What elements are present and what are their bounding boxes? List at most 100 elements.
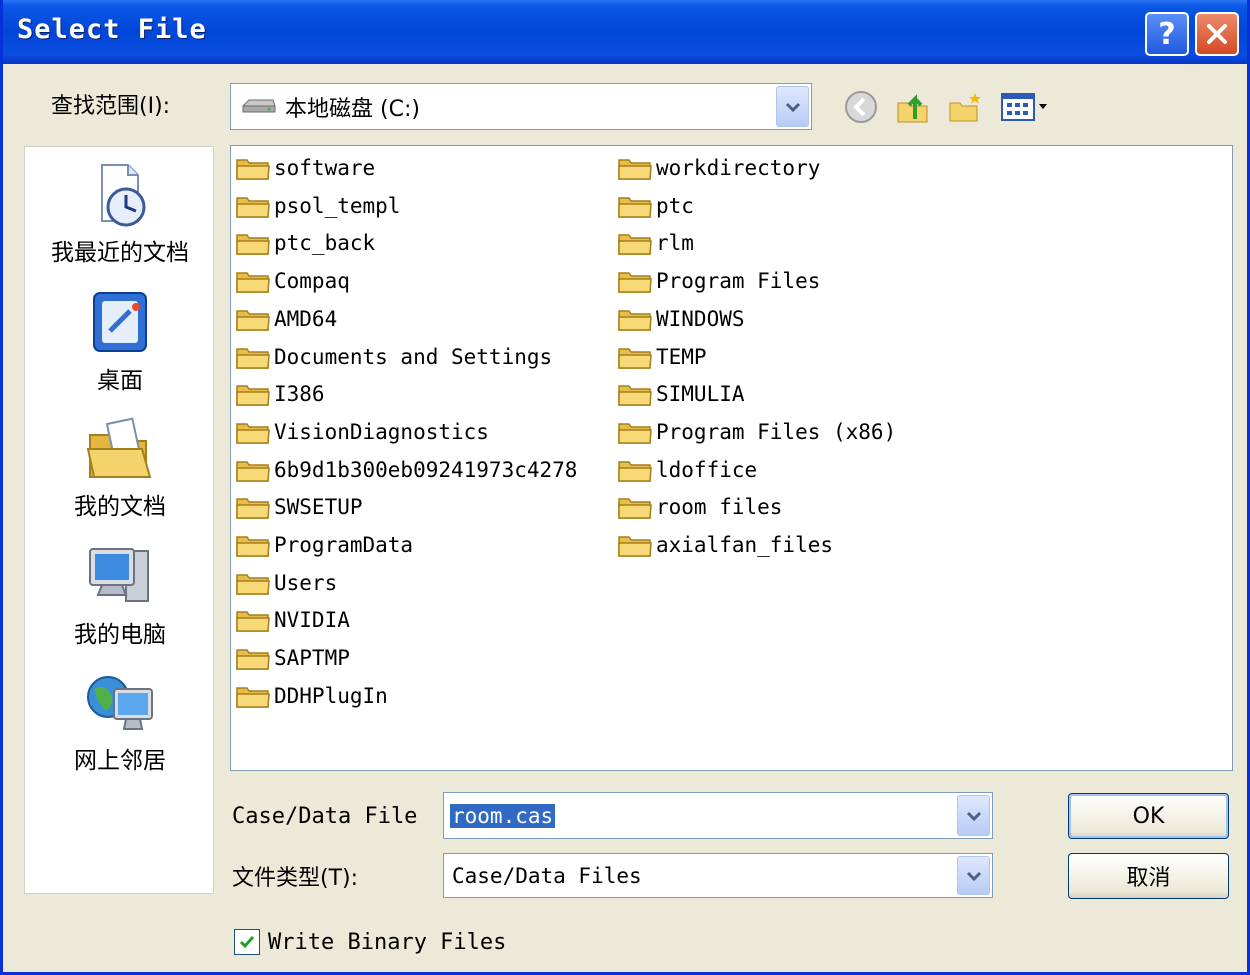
folder-icon [236, 649, 270, 670]
folder-item[interactable]: SIMULIA [617, 376, 745, 412]
folder-name: DDHPlugIn [274, 683, 388, 708]
folder-item[interactable]: SAPTMP [235, 640, 350, 676]
filetype-dropdown[interactable]: Case/Data Files [443, 853, 993, 898]
cancel-button[interactable]: 取消 [1068, 853, 1229, 899]
folder-name: AMD64 [274, 306, 338, 331]
title-bar[interactable]: Select File ? [3, 0, 1247, 64]
my-documents-icon [86, 417, 152, 478]
folder-item[interactable]: DDHPlugIn [235, 678, 388, 714]
folder-name: workdirectory [656, 156, 821, 180]
folder-icon [236, 423, 270, 444]
place-my-computer[interactable]: 我的电脑 [25, 541, 215, 649]
chevron-down-icon [966, 811, 981, 821]
folder-item[interactable]: WINDOWS [617, 301, 745, 337]
folder-item[interactable]: AMD64 [235, 301, 337, 337]
folder-item[interactable]: Program Files (x86) [617, 414, 896, 450]
place-label: 桌面 [97, 368, 143, 394]
folder-name: psol_templ [274, 193, 401, 218]
folder-icon [618, 385, 652, 406]
folder-name: TEMP [656, 344, 707, 369]
folder-name: Program Files (x86) [656, 419, 897, 444]
up-folder-button[interactable] [894, 88, 932, 126]
close-icon [1207, 24, 1227, 44]
folder-item[interactable]: Users [235, 565, 337, 601]
folder-name: room files [656, 495, 783, 520]
filename-dropdown-button[interactable] [957, 795, 990, 836]
file-list[interactable]: software psol_templ ptc_back Compaq AMD64 Doc… [230, 145, 1233, 771]
folder-item[interactable]: ldoffice [617, 452, 757, 488]
folder-icon [236, 196, 270, 218]
folder-item[interactable]: ProgramData [235, 527, 413, 563]
help-button[interactable]: ? [1145, 12, 1189, 56]
filetype-value: Case/Data Files [452, 863, 642, 888]
place-label: 我的文档 [74, 494, 166, 520]
lookin-dropdown[interactable]: 本地磁盘 (C:) [230, 83, 812, 130]
filetype-dropdown-button[interactable] [957, 856, 990, 895]
window-title: Select File [17, 14, 207, 45]
folder-name: axialfan_files [656, 533, 834, 557]
write-binary-checkbox[interactable] [234, 929, 260, 955]
filename-label: Case/Data File [232, 804, 418, 829]
folder-item[interactable]: axialfan_files [617, 527, 833, 563]
up-one-level-icon [897, 94, 928, 123]
folder-name: SIMULIA [656, 382, 745, 407]
folder-item[interactable]: NVIDIA [235, 602, 350, 638]
folder-item[interactable]: room files [617, 489, 782, 525]
folder-icon [618, 272, 652, 293]
folder-name: NVIDIA [274, 608, 350, 633]
folder-name: WINDOWS [656, 306, 745, 331]
folder-icon [618, 536, 652, 557]
folder-icon [236, 611, 270, 633]
folder-icon [236, 385, 270, 406]
folder-icon [236, 234, 270, 256]
folder-item[interactable]: VisionDiagnostics [235, 414, 489, 450]
folder-icon [618, 423, 652, 444]
folder-icon [618, 310, 652, 331]
filename-value[interactable]: room.cas [450, 803, 556, 828]
place-desktop[interactable]: 桌面 [25, 287, 215, 395]
folder-icon [618, 347, 652, 369]
folder-name: Compaq [274, 269, 350, 294]
desktop-icon [93, 292, 147, 352]
place-my-documents[interactable]: 我的文档 [25, 413, 215, 521]
folder-name: rlm [656, 231, 694, 256]
network-places-icon [87, 676, 153, 730]
recent-documents-icon [101, 164, 146, 227]
folder-item[interactable]: workdirectory [617, 150, 820, 186]
local-disk-icon [242, 99, 276, 112]
folder-item[interactable]: rlm [617, 225, 694, 261]
folder-icon [618, 196, 652, 218]
filename-input[interactable]: room.cas [443, 792, 993, 839]
folder-item[interactable]: TEMP [617, 339, 707, 375]
folder-item[interactable]: I386 [235, 376, 325, 412]
folder-name: ldoffice [656, 457, 758, 482]
folder-item[interactable]: software [235, 150, 375, 186]
folder-item[interactable]: ptc [617, 188, 694, 224]
chevron-down-icon [785, 102, 800, 112]
place-network-places[interactable]: 网上邻居 [25, 667, 215, 775]
folder-item[interactable]: Compaq [235, 263, 350, 299]
place-recent-documents[interactable]: 我最近的文档 [25, 159, 215, 267]
my-computer-icon [89, 548, 149, 602]
folder-item[interactable]: Program Files [617, 263, 820, 299]
checkmark-icon [239, 936, 255, 949]
new-folder-button[interactable] [946, 88, 984, 126]
folder-item[interactable]: SWSETUP [235, 489, 363, 525]
folder-item[interactable]: ptc_back [235, 225, 375, 261]
back-arrow-icon [845, 91, 877, 123]
folder-name: 6b9d1b300eb09241973c4278 [274, 457, 578, 482]
folder-item[interactable]: psol_templ [235, 188, 400, 224]
ok-button[interactable]: OK [1068, 793, 1229, 839]
lookin-value: 本地磁盘 (C:) [285, 96, 420, 122]
folder-name: I386 [274, 382, 325, 407]
close-button[interactable] [1195, 12, 1239, 56]
folder-name: Program Files [656, 269, 821, 294]
question-mark-icon: ? [1158, 16, 1176, 52]
back-button[interactable] [842, 88, 880, 126]
lookin-dropdown-button[interactable] [776, 86, 809, 127]
view-menu-button[interactable] [999, 88, 1051, 126]
folder-name: Users [274, 570, 338, 595]
folder-item[interactable]: Documents and Settings [235, 339, 552, 375]
folder-item[interactable]: 6b9d1b300eb09241973c4278 [235, 452, 577, 488]
place-label: 网上邻居 [74, 748, 166, 774]
